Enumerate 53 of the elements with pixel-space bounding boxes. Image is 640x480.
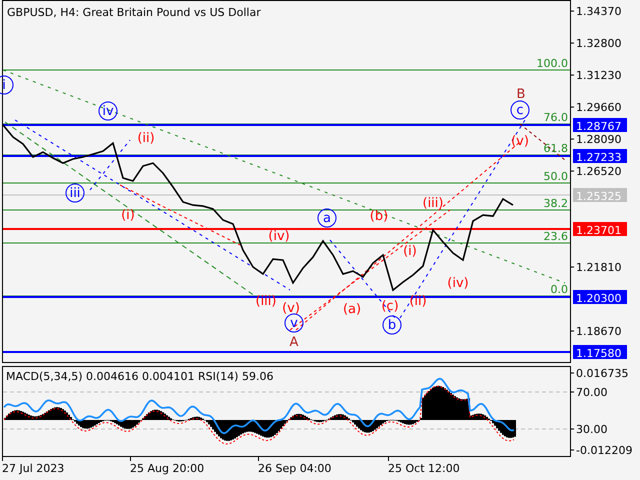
time-axis-label: 27 Jul 2023 xyxy=(2,462,64,475)
wave-label: (i) xyxy=(121,208,135,223)
fib-level-label: 61.8 xyxy=(544,142,568,155)
wave-label: c xyxy=(510,100,530,120)
price-tag: 1.20300 xyxy=(573,290,627,305)
wave-label: v xyxy=(284,314,304,332)
price-tag: 1.27233 xyxy=(573,149,627,164)
indicator-caption: MACD(5,34,5) 0.004616 0.004101 RSI(14) 59.06 xyxy=(6,370,274,383)
wave-label: (a) xyxy=(342,302,362,317)
price-axis-label: 1.21810 xyxy=(576,261,622,274)
indicator-axis-label: -0.012209 xyxy=(576,444,632,457)
fib-level-label: 100.0 xyxy=(536,57,568,70)
wave-label: (iv) xyxy=(447,276,469,291)
wave-label: (c) xyxy=(381,299,399,314)
wave-label: i xyxy=(0,76,14,94)
price-tag: 1.23701 xyxy=(573,222,627,237)
price-axis-label: 1.34370 xyxy=(576,5,622,18)
wave-label: (v) xyxy=(511,134,529,149)
wave-label: a xyxy=(318,208,336,228)
price-tag: 1.28767 xyxy=(573,118,627,133)
time-axis-label: 25 Oct 12:00 xyxy=(388,462,460,475)
price-axis-label: 1.18670 xyxy=(576,325,622,338)
fib-level-label: 38.2 xyxy=(544,197,568,210)
fib-level-label: 76.0 xyxy=(544,111,568,124)
indicator-axis-label: 30.00 xyxy=(576,423,608,436)
wave-label: (iii) xyxy=(256,294,276,309)
wave-label: (v) xyxy=(282,301,300,316)
wave-label: (ii) xyxy=(137,131,155,146)
price-axis-label: 1.26520 xyxy=(576,165,622,178)
wave-label: A xyxy=(290,335,298,350)
chart-title: GBPUSD, H4: Great Britain Pound vs US Dollar xyxy=(7,6,261,19)
time-axis-label: 25 Aug 20:00 xyxy=(130,462,204,475)
wave-label: b xyxy=(382,316,402,334)
price-axis-label: 1.29660 xyxy=(576,101,622,114)
fib-level-label: 50.0 xyxy=(544,170,568,183)
price-tag: 1.17580 xyxy=(573,345,627,360)
wave-label: (b) xyxy=(370,209,388,224)
fib-level-label: 0.0 xyxy=(550,283,568,296)
price-axis-label: 1.28090 xyxy=(576,133,622,146)
wave-label: B xyxy=(516,87,526,102)
price-axis-label: 1.32800 xyxy=(576,37,622,50)
price-tag: 1.25325 xyxy=(573,188,627,203)
time-axis-label: 26 Sep 04:00 xyxy=(258,462,332,475)
wave-label: (ii) xyxy=(409,294,427,309)
wave-label: (i) xyxy=(403,244,417,259)
fib-level-label: 23.6 xyxy=(544,230,568,243)
indicator-axis-label: 0.016735 xyxy=(576,367,628,380)
price-axis-label: 1.31230 xyxy=(576,69,622,82)
wave-label: iii xyxy=(66,184,84,202)
indicator-axis-label: 70.00 xyxy=(576,386,608,399)
wave-label: (iii) xyxy=(422,196,444,211)
wave-label: iv xyxy=(98,102,118,120)
wave-label: (iv) xyxy=(268,229,290,244)
